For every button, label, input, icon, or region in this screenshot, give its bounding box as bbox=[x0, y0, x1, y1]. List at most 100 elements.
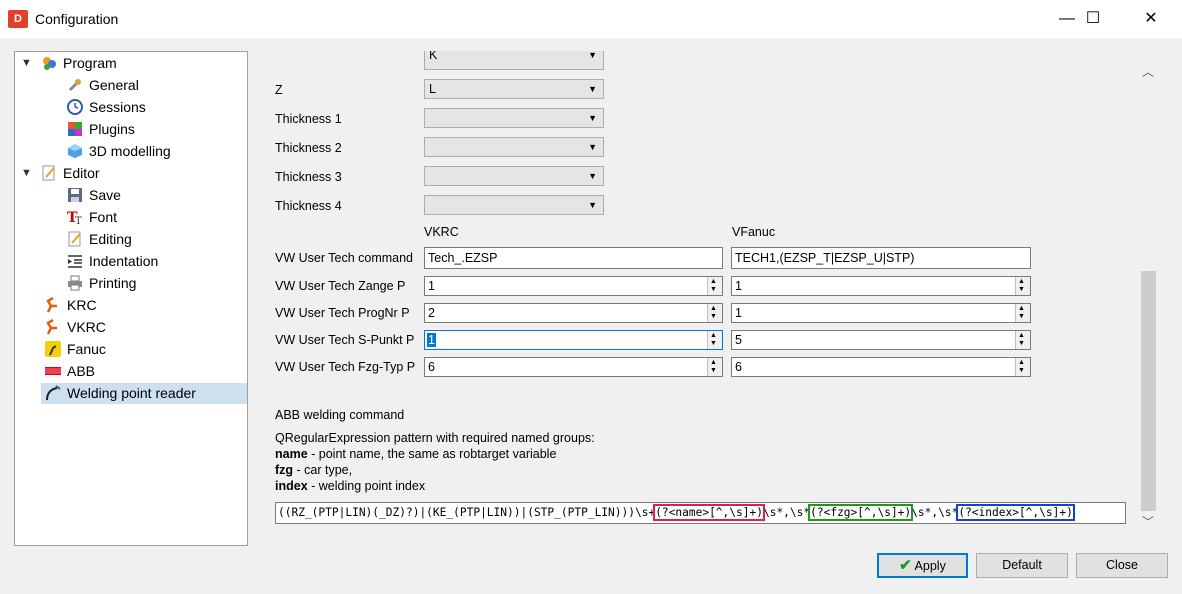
z-combo[interactable]: L ▼ bbox=[424, 79, 604, 99]
spin-arrows[interactable]: ▲ ▼ bbox=[707, 304, 722, 322]
s-punkt-p-label: VW User Tech S-Punkt P bbox=[275, 333, 415, 347]
chevron-down-icon[interactable]: ▼ bbox=[21, 163, 32, 184]
window-title: Configuration bbox=[35, 11, 119, 27]
thickness-3-label: Thickness 3 bbox=[275, 170, 342, 184]
kuka-robot-icon bbox=[45, 297, 61, 313]
chevron-down-icon: ▼ bbox=[588, 171, 597, 181]
floppy-icon bbox=[67, 187, 83, 203]
partial-combo[interactable]: K ▼ bbox=[424, 51, 604, 70]
fzg-group-highlight: (?<fzg>[^,\s]+) bbox=[808, 504, 914, 521]
tree-item-save[interactable]: Save bbox=[15, 185, 247, 206]
tree-item-welding-point-reader[interactable]: Welding point reader bbox=[41, 383, 247, 404]
clock-icon bbox=[67, 99, 83, 116]
z-label: Z bbox=[275, 83, 283, 97]
thickness-2-label: Thickness 2 bbox=[275, 141, 342, 155]
chevron-down-icon: ▼ bbox=[588, 51, 597, 60]
tree-item-program[interactable]: ▼ Program bbox=[15, 53, 247, 74]
tree-item-font[interactable]: T T Font bbox=[15, 207, 247, 228]
pencil-icon bbox=[67, 231, 83, 247]
printer-icon bbox=[67, 275, 83, 291]
chevron-down-icon: ▼ bbox=[588, 200, 597, 210]
vfanuc-column-header: VFanuc bbox=[732, 225, 776, 239]
tree-item-editor[interactable]: ▼ Editor bbox=[15, 163, 247, 184]
thickness-1-label: Thickness 1 bbox=[275, 112, 342, 126]
tree-item-indentation[interactable]: Indentation bbox=[15, 251, 247, 272]
zange-p-label: VW User Tech Zange P bbox=[275, 279, 406, 293]
tree-item-sessions[interactable]: Sessions bbox=[15, 97, 247, 118]
settings-tree[interactable]: ▼ Program General Sessions Plugins 3D mo… bbox=[14, 51, 248, 546]
vkrc-tech-command-field[interactable]: Tech_.EZSP bbox=[424, 247, 723, 269]
default-button[interactable]: Default bbox=[976, 553, 1068, 578]
font-icon: TT bbox=[67, 209, 83, 227]
tree-item-fanuc[interactable]: Fanuc bbox=[15, 339, 247, 360]
plugins-icon bbox=[67, 121, 83, 137]
spin-arrows[interactable]: ▲ ▼ bbox=[1015, 358, 1030, 376]
regex-pattern-field[interactable]: ((RZ_(PTP|LIN)(_DZ)?)|(KE_(PTP|LIN))|(ST… bbox=[275, 502, 1126, 524]
vertical-scrollbar[interactable]: ︿ ﹀ bbox=[1138, 51, 1158, 544]
vfanuc-fzg-typ-p-spinbox[interactable]: 6 ▲ ▼ bbox=[731, 357, 1031, 377]
wrench-icon bbox=[67, 77, 83, 93]
vfanuc-tech-command-field[interactable]: TECH1,(EZSP_T|EZSP_U|STP) bbox=[731, 247, 1031, 269]
vfanuc-prognr-p-spinbox[interactable]: 1 ▲ ▼ bbox=[731, 303, 1031, 323]
chevron-down-icon: ▼ bbox=[588, 142, 597, 152]
vfanuc-zange-p-spinbox[interactable]: 1 ▲ ▼ bbox=[731, 276, 1031, 296]
tree-item-vkrc[interactable]: VKRC bbox=[15, 317, 247, 338]
indent-icon bbox=[67, 253, 83, 269]
vkrc-prognr-p-spinbox[interactable]: 2 ▲ ▼ bbox=[424, 303, 723, 323]
group-index-line: index - welding point index bbox=[275, 479, 426, 493]
svg-text:T: T bbox=[75, 216, 82, 225]
vkrc-zange-p-spinbox[interactable]: 1 ▲ ▼ bbox=[424, 276, 723, 296]
checkmark-icon: ✔ bbox=[899, 557, 912, 574]
vfanuc-s-punkt-p-spinbox[interactable]: 5 ▲ ▼ bbox=[731, 330, 1031, 350]
close-window-button[interactable]: ✕ bbox=[1128, 0, 1174, 38]
abb-icon bbox=[45, 363, 61, 379]
spin-arrows[interactable]: ▲ ▼ bbox=[707, 331, 722, 349]
thickness-4-combo[interactable]: ▼ bbox=[424, 195, 604, 215]
tree-item-printing[interactable]: Printing bbox=[15, 273, 247, 294]
chevron-down-icon: ▼ bbox=[588, 84, 597, 94]
welding-icon bbox=[45, 385, 61, 401]
abb-heading: ABB welding command bbox=[275, 408, 405, 422]
scroll-thumb[interactable] bbox=[1141, 271, 1156, 511]
close-button[interactable]: Close bbox=[1076, 553, 1168, 578]
spin-arrows[interactable]: ▲ ▼ bbox=[1015, 304, 1030, 322]
settings-panel: K ▼ Z L ▼ Thickness 1 ▼ Thickness 2 ▼ Th… bbox=[260, 51, 1158, 544]
app-icon: D bbox=[8, 10, 28, 28]
tree-item-editing[interactable]: Editing bbox=[15, 229, 247, 250]
abb-description: QRegularExpression pattern with required… bbox=[275, 431, 595, 445]
tree-item-plugins[interactable]: Plugins bbox=[15, 119, 247, 140]
program-icon bbox=[41, 55, 57, 71]
spin-arrows[interactable]: ▲ ▼ bbox=[707, 358, 722, 376]
tree-item-abb[interactable]: ABB bbox=[15, 361, 247, 382]
scroll-down-icon[interactable]: ﹀ bbox=[1138, 513, 1158, 533]
fanuc-icon bbox=[45, 341, 61, 358]
title-bar: D Configuration — ☐ ✕ bbox=[0, 0, 1182, 38]
apply-button[interactable]: ✔ Apply bbox=[877, 553, 968, 578]
prognr-p-label: VW User Tech ProgNr P bbox=[275, 306, 410, 320]
spin-arrows[interactable]: ▲ ▼ bbox=[1015, 277, 1030, 295]
scroll-up-icon[interactable]: ︿ bbox=[1138, 63, 1158, 83]
vkrc-fzg-typ-p-spinbox[interactable]: 6 ▲ ▼ bbox=[424, 357, 723, 377]
kuka-robot-icon bbox=[45, 319, 61, 335]
thickness-4-label: Thickness 4 bbox=[275, 199, 342, 213]
group-fzg-line: fzg - car type, bbox=[275, 463, 353, 477]
tree-item-krc[interactable]: KRC bbox=[15, 295, 247, 316]
thickness-3-combo[interactable]: ▼ bbox=[424, 166, 604, 186]
group-name-line: name - point name, the same as robtarget… bbox=[275, 447, 557, 461]
name-group-highlight: (?<name>[^,\s]+) bbox=[653, 504, 765, 521]
fzg-typ-p-label: VW User Tech Fzg-Typ P bbox=[275, 360, 416, 374]
maximize-button[interactable]: ☐ bbox=[1070, 0, 1116, 38]
tech-command-label: VW User Tech command bbox=[275, 251, 414, 265]
thickness-1-combo[interactable]: ▼ bbox=[424, 108, 604, 128]
tree-item-3d-modelling[interactable]: 3D modelling bbox=[15, 141, 247, 162]
chevron-down-icon[interactable]: ▼ bbox=[21, 53, 32, 74]
editor-icon bbox=[41, 165, 57, 181]
spin-arrows[interactable]: ▲ ▼ bbox=[707, 277, 722, 295]
tree-item-general[interactable]: General bbox=[15, 75, 247, 96]
vkrc-column-header: VKRC bbox=[424, 225, 459, 239]
thickness-2-combo[interactable]: ▼ bbox=[424, 137, 604, 157]
spin-arrows[interactable]: ▲ ▼ bbox=[1015, 331, 1030, 349]
index-group-highlight: (?<index>[^,\s]+) bbox=[956, 504, 1075, 521]
vkrc-s-punkt-p-spinbox[interactable]: 1 ▲ ▼ bbox=[424, 330, 723, 350]
chevron-down-icon: ▼ bbox=[588, 113, 597, 123]
